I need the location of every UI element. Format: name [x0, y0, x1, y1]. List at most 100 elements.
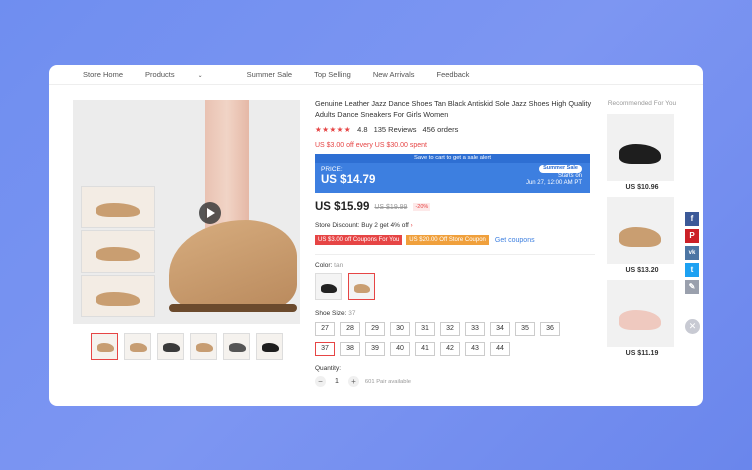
collage-image — [81, 186, 155, 229]
store-coupon[interactable]: US $20.00 Off Store Coupon — [406, 235, 489, 245]
size-option[interactable]: 36 — [540, 322, 560, 336]
thumbnail[interactable] — [256, 333, 283, 360]
close-icon[interactable]: ✕ — [685, 319, 700, 334]
chevron-down-icon: ⌄ — [197, 73, 203, 79]
product-title: Genuine Leather Jazz Dance Shoes Tan Bla… — [315, 99, 592, 119]
product-info: Genuine Leather Jazz Dance Shoes Tan Bla… — [315, 99, 595, 387]
main-product-image[interactable] — [73, 100, 300, 324]
recommended-item[interactable]: US $13.20 — [607, 197, 677, 274]
divider — [315, 254, 595, 255]
rating-row: ★★★★★ 4.8 135 Reviews 456 orders — [315, 125, 595, 134]
nav-products[interactable]: Products ⌄ — [145, 70, 225, 79]
price-row: US $15.99 US $19.99 -20% — [315, 201, 595, 213]
quantity-stepper: − 1 + 601 Pair available — [315, 376, 595, 387]
size-option[interactable]: 35 — [515, 322, 535, 336]
store-discount[interactable]: Store Discount: Buy 2 get 4% off › — [315, 222, 595, 229]
collage-images — [81, 186, 155, 317]
color-option-tan[interactable] — [348, 273, 375, 300]
thumbnail-strip — [91, 333, 283, 360]
sale-alert-text: Save to cart to get a sale alert — [315, 154, 590, 163]
size-option[interactable]: 40 — [390, 342, 410, 356]
size-option[interactable]: 34 — [490, 322, 510, 336]
product-card: Store Home Products ⌄ Summer Sale Top Sel… — [49, 65, 703, 406]
thumbnail[interactable] — [223, 333, 250, 360]
original-price: US $19.99 — [374, 203, 408, 211]
size-value: 37 — [348, 310, 356, 317]
recommended-price: US $10.96 — [625, 184, 659, 191]
shoe-sole-graphic — [169, 304, 297, 312]
edit-icon[interactable]: ✎ — [685, 280, 699, 294]
play-video-icon[interactable] — [199, 202, 221, 224]
recommended-image[interactable] — [607, 114, 674, 181]
size-option[interactable]: 27 — [315, 322, 335, 336]
quantity-label: Quantity: — [315, 365, 342, 372]
store-nav: Store Home Products ⌄ Summer Sale Top Sel… — [49, 65, 703, 85]
thumbnail[interactable] — [157, 333, 184, 360]
sale-price: US $14.79 — [321, 174, 376, 186]
thumbnail[interactable] — [124, 333, 151, 360]
quantity-value[interactable]: 1 — [335, 378, 339, 385]
thumbnail[interactable] — [91, 333, 118, 360]
store-discount-text: Store Discount: Buy 2 get 4% off — [315, 222, 409, 229]
sale-starts-label: Starts on — [557, 172, 582, 179]
size-option[interactable]: 29 — [365, 322, 385, 336]
size-option[interactable]: 39 — [365, 342, 385, 356]
decrease-quantity-button[interactable]: − — [315, 376, 326, 387]
recommended-item[interactable]: US $10.96 — [607, 114, 677, 191]
size-options: 27 28 29 30 31 32 33 34 35 36 37 38 39 40 41 42 43 44 — [315, 322, 595, 356]
summer-sale-badge: Summer Sale — [539, 165, 582, 173]
size-option[interactable]: 31 — [415, 322, 435, 336]
recommended-image[interactable] — [607, 280, 674, 347]
sale-info: Summer Sale Starts on Jun 27, 12:00 AM P… — [526, 165, 582, 188]
coupons-row: US $3.00 off Coupons For You US $20.00 O… — [315, 235, 595, 245]
share-bar: f Pvk t ✎ — [685, 212, 699, 294]
color-value: tan — [334, 262, 344, 269]
coupon-text[interactable]: US $3.00 off every US $30.00 spent — [315, 142, 595, 149]
nav-top-selling[interactable]: Top Selling — [314, 70, 351, 79]
pinterest-icon[interactable]: P — [685, 229, 699, 243]
recommended-price: US $11.19 — [625, 350, 659, 357]
size-option[interactable]: 44 — [490, 342, 510, 356]
size-option[interactable]: 42 — [440, 342, 460, 356]
size-option[interactable]: 30 — [390, 322, 410, 336]
recommended-panel: Recommended For You US $10.96 US $13.20 … — [607, 99, 677, 357]
thumbnail[interactable] — [190, 333, 217, 360]
color-option-black[interactable] — [315, 273, 342, 300]
size-option[interactable]: 28 — [340, 322, 360, 336]
chevron-right-icon: › — [410, 223, 413, 229]
rating-value: 4.8 — [357, 125, 368, 134]
color-label: Color: tan — [315, 262, 595, 269]
size-option[interactable]: 37 — [315, 342, 335, 356]
reviews-link[interactable]: 135 Reviews — [374, 125, 417, 134]
size-option[interactable]: 43 — [465, 342, 485, 356]
size-option[interactable]: 32 — [440, 322, 460, 336]
size-option[interactable]: 33 — [465, 322, 485, 336]
color-options — [315, 273, 595, 300]
facebook-icon[interactable]: f — [685, 212, 699, 226]
size-option[interactable]: 41 — [415, 342, 435, 356]
get-coupons-link[interactable]: Get coupons — [495, 237, 535, 244]
size-option[interactable]: 38 — [340, 342, 360, 356]
recommended-image[interactable] — [607, 197, 674, 264]
nav-new-arrivals[interactable]: New Arrivals — [373, 70, 415, 79]
size-label-text: Shoe Size: — [315, 310, 347, 317]
collage-image — [81, 230, 155, 273]
twitter-icon[interactable]: t — [685, 263, 699, 277]
sale-banner[interactable]: Save to cart to get a sale alert PRICE: … — [315, 154, 590, 193]
nav-summer-sale[interactable]: Summer Sale — [247, 70, 292, 79]
star-rating-icon: ★★★★★ — [315, 125, 352, 134]
sale-date: Jun 27, 12:00 AM PT — [525, 180, 582, 186]
nav-store-home[interactable]: Store Home — [83, 70, 123, 79]
increase-quantity-button[interactable]: + — [347, 376, 359, 387]
shoe-graphic — [169, 220, 297, 312]
recommended-item[interactable]: US $11.19 — [607, 280, 677, 357]
recommended-title: Recommended For You — [607, 100, 677, 107]
coupon-for-you[interactable]: US $3.00 off Coupons For You — [315, 235, 403, 245]
sale-price-block: PRICE: US $14.79 — [321, 166, 375, 186]
collage-image — [81, 274, 155, 317]
current-price: US $15.99 — [315, 201, 370, 213]
nav-products-label: Products — [145, 70, 175, 79]
nav-feedback[interactable]: Feedback — [437, 70, 470, 79]
vk-icon[interactable]: vk — [685, 246, 699, 260]
color-label-text: Color: — [315, 262, 333, 269]
